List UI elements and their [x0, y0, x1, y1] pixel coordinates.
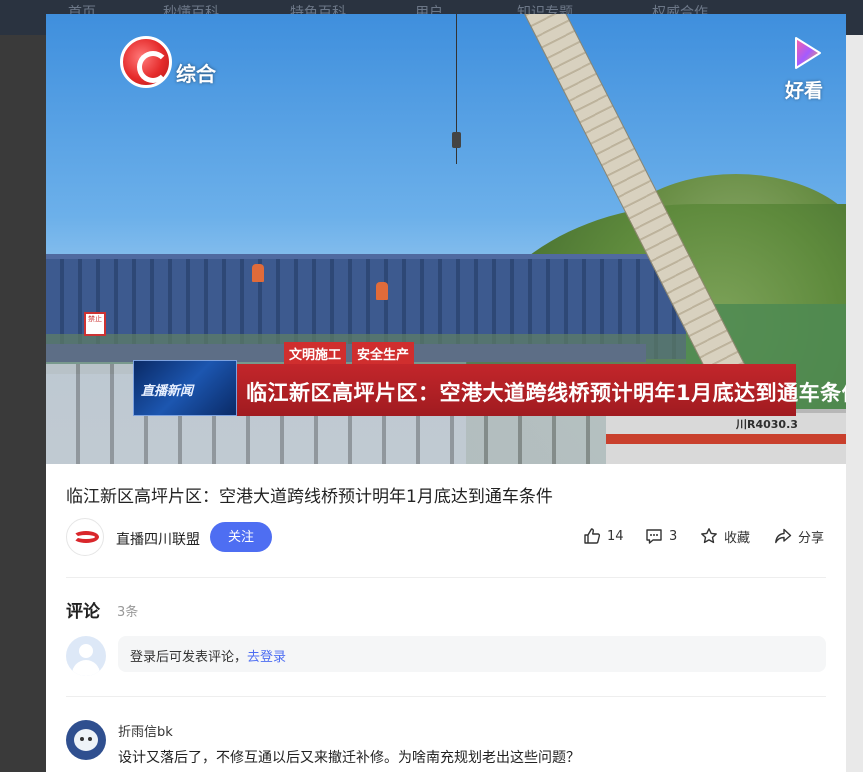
comment-button[interactable]: 3 [645, 526, 677, 546]
news-program-logo-text: 直播新闻 [141, 384, 194, 399]
comment-input-box[interactable]: 登录后可发表评论，去登录 [118, 636, 826, 672]
comment-count: 3 [669, 528, 678, 544]
default-avatar-head [79, 644, 93, 658]
crane-truck-stripe [606, 434, 846, 444]
commenter-name[interactable]: 折雨信bk [118, 721, 173, 740]
worker-figure [376, 282, 388, 300]
like-button[interactable]: 14 [583, 526, 624, 546]
commenter-avatar-eye [88, 737, 92, 741]
slogan-civilized-construction: 文明施工 [284, 342, 347, 364]
background-overlay-left [0, 35, 46, 772]
share-button[interactable]: 分享 [774, 526, 824, 546]
author-name[interactable]: 直播四川联盟 [116, 529, 200, 549]
current-user-avatar [66, 636, 106, 676]
warning-sign: 禁止 [84, 312, 106, 336]
comments-count: 3条 [117, 605, 139, 620]
video-title: 临江新区高坪片区：空港大道跨线桥预计明年1月底达到通车条件 [66, 487, 553, 507]
channel-logo-icon [120, 36, 172, 88]
commenter-avatar[interactable] [66, 720, 106, 760]
star-icon [701, 528, 717, 544]
haokan-watermark: 好看 [785, 80, 824, 102]
video-player[interactable]: 川R4030.3 禁止 文明施工 安全生产 综合 好看 直播新闻 临江新区高坪片… [46, 14, 846, 464]
haokan-logo-icon [795, 37, 821, 69]
truck-plate: 川R4030.3 [736, 418, 798, 431]
divider [66, 696, 826, 697]
comment-bubble-icon [646, 529, 662, 544]
video-modal: 川R4030.3 禁止 文明施工 安全生产 综合 好看 直播新闻 临江新区高坪片… [46, 14, 846, 772]
share-label: 分享 [798, 530, 825, 546]
channel-name: 综合 [176, 62, 216, 86]
comments-heading: 评论 [66, 602, 100, 622]
share-arrow-icon [775, 528, 792, 544]
login-prompt-text: 登录后可发表评论， [130, 650, 248, 665]
favorite-label: 收藏 [724, 530, 751, 546]
comment-text: 设计又落后了，不修互通以后又来撤迁补修。为啥南充规划老出这些问题？ [118, 750, 580, 766]
author-logo-icon [73, 531, 99, 543]
slogan-safety-production: 安全生产 [352, 342, 415, 364]
thumbs-up-icon [584, 528, 601, 544]
headline-banner-text: 临江新区高坪片区：空港大道跨线桥预计明年1月底达到通车条件 [246, 381, 846, 405]
background-overlay-right [846, 35, 863, 772]
login-prompt: 登录后可发表评论，去登录 [130, 646, 286, 665]
default-avatar-body [72, 660, 100, 676]
divider [66, 577, 826, 578]
follow-button[interactable]: 关注 [210, 522, 272, 552]
commenter-avatar-face [74, 729, 98, 751]
favorite-button[interactable]: 收藏 [700, 526, 750, 546]
crane-hook [452, 132, 461, 148]
like-count: 14 [607, 528, 624, 544]
commenter-avatar-eye [80, 737, 84, 741]
login-link[interactable]: 去登录 [247, 650, 286, 665]
worker-figure [252, 264, 264, 282]
author-avatar[interactable] [66, 518, 104, 556]
